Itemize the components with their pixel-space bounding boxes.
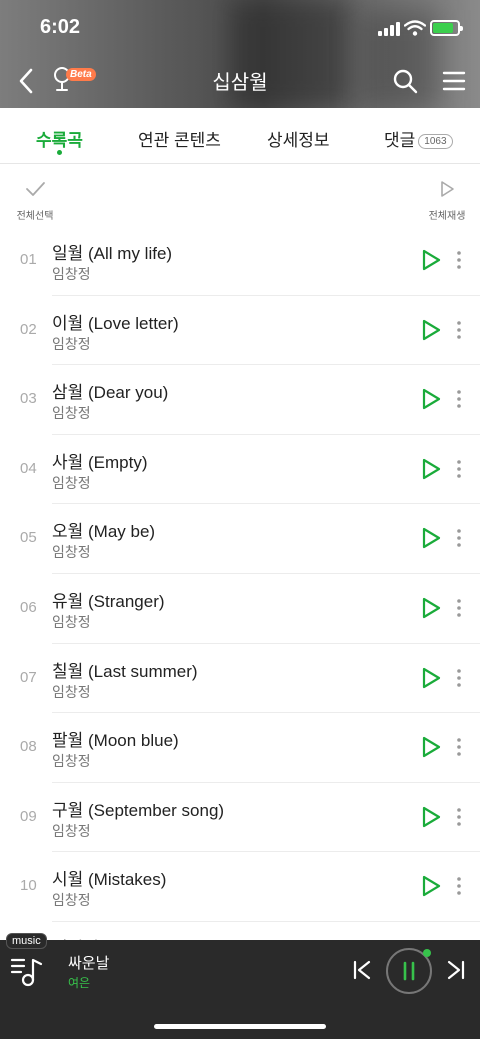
track-number: 10: [20, 877, 37, 895]
track-number: 01: [20, 251, 37, 268]
track-row[interactable]: 04 사월 (Empty) 임창정: [0, 435, 480, 505]
track-artist: 임창정: [52, 474, 91, 491]
track-number: 06: [20, 598, 37, 616]
track-artist: 임창정: [52, 753, 91, 770]
track-title: 팔월 (Moon blue): [52, 731, 179, 751]
track-artist: 임창정: [52, 683, 91, 700]
track-title: 삼월 (Dear you): [52, 383, 169, 403]
track-artist: 임창정: [52, 892, 91, 909]
play-all-button[interactable]: 전체재생: [424, 180, 470, 222]
status-time: 6:02: [40, 16, 81, 38]
play-icon[interactable]: [420, 457, 442, 481]
track-row[interactable]: 08 팔월 (Moon blue) 임창정: [0, 713, 480, 783]
track-title: 일월 (All my life): [52, 244, 173, 263]
track-number: 05: [20, 529, 37, 547]
select-all-button[interactable]: 전체선택: [12, 180, 58, 222]
track-title: 오월 (May be): [52, 522, 156, 542]
tab-comments[interactable]: 댓글 1063: [384, 126, 453, 151]
track-artist: 임창정: [52, 266, 91, 282]
wifi-icon: [404, 20, 426, 36]
signal-icon: [378, 22, 400, 36]
track-row[interactable]: 05 오월 (May be) 임창정: [0, 504, 480, 574]
checkmark-icon: [26, 182, 45, 196]
header: 6:02 Beta 십삼월: [0, 0, 480, 108]
more-options-icon[interactable]: [454, 737, 464, 757]
play-icon[interactable]: [420, 318, 442, 342]
track-row[interactable]: 09 구월 (September song) 임창정: [0, 783, 480, 853]
more-options-icon[interactable]: [454, 876, 464, 896]
mini-player[interactable]: music 싸운날 여은: [0, 933, 480, 1039]
track-number: 02: [20, 320, 37, 338]
menu-icon[interactable]: [442, 70, 466, 92]
active-tab-indicator: [57, 150, 62, 155]
track-row[interactable]: 03 삼월 (Dear you) 임창정: [0, 365, 480, 435]
tab-related[interactable]: 연관 콘텐츠: [138, 126, 221, 151]
more-options-icon[interactable]: [454, 528, 464, 548]
now-playing-title: 싸운날: [68, 955, 110, 972]
more-options-icon[interactable]: [454, 250, 464, 270]
play-icon[interactable]: [420, 735, 442, 759]
more-options-icon[interactable]: [454, 320, 464, 340]
track-artist: 임창정: [52, 335, 91, 352]
comment-count-badge: 1063: [418, 134, 453, 149]
track-title: 사월 (Empty): [52, 452, 148, 472]
tab-bar: 수록곡 연관 콘텐츠 상세정보 댓글 1063: [0, 108, 480, 164]
track-row[interactable]: 02 이월 (Love letter) 임창정: [0, 296, 480, 366]
more-options-icon[interactable]: [454, 459, 464, 479]
tab-tracks[interactable]: 수록곡: [36, 126, 83, 151]
more-options-icon[interactable]: [454, 389, 464, 409]
track-title: 칠월 (Last summer): [52, 661, 198, 681]
play-icon[interactable]: [420, 248, 442, 272]
track-row[interactable]: 10 시월 (Mistakes) 임창정: [0, 852, 480, 922]
track-title: 유월 (Stranger): [52, 591, 165, 611]
battery-icon: [430, 20, 463, 36]
search-icon[interactable]: [392, 68, 418, 94]
tab-details[interactable]: 상세정보: [267, 126, 330, 151]
home-indicator[interactable]: [154, 1024, 326, 1029]
play-icon[interactable]: [420, 805, 442, 829]
playlist-icon[interactable]: [10, 954, 46, 988]
track-number: 07: [20, 668, 37, 686]
track-number: 03: [20, 390, 37, 408]
track-artist: 임창정: [52, 613, 91, 630]
track-list: 01 일월 (All my life) 임창정 02 이월 (Love lett…: [0, 226, 480, 922]
play-outline-icon: [441, 181, 454, 197]
now-playing-artist: 여은: [68, 976, 91, 990]
track-artist: 임창정: [52, 822, 91, 839]
track-row[interactable]: 06 유월 (Stranger) 임창정: [0, 574, 480, 644]
pause-button[interactable]: [386, 948, 432, 994]
play-icon[interactable]: [420, 596, 442, 620]
status-bar: 6:02: [0, 0, 480, 56]
track-artist: 임창정: [52, 405, 91, 422]
play-all-label: 전체재생: [428, 211, 466, 222]
track-artist: 임창정: [52, 544, 91, 561]
more-options-icon[interactable]: [454, 807, 464, 827]
previous-icon[interactable]: [352, 960, 372, 980]
play-icon[interactable]: [420, 526, 442, 550]
play-icon[interactable]: [420, 666, 442, 690]
tab-comments-label: 댓글: [384, 131, 416, 150]
track-number: 08: [20, 738, 37, 756]
more-options-icon[interactable]: [454, 598, 464, 618]
track-title: 시월 (Mistakes): [52, 870, 167, 890]
more-options-icon[interactable]: [454, 668, 464, 688]
track-row[interactable]: 01 일월 (All my life) 임창정: [0, 226, 480, 296]
nav-bar: Beta 십삼월: [0, 56, 480, 106]
track-number: 04: [20, 459, 37, 477]
track-number: 09: [20, 807, 37, 825]
music-tag: music: [6, 933, 47, 949]
play-icon[interactable]: [420, 387, 442, 411]
play-icon[interactable]: [420, 874, 442, 898]
track-row[interactable]: 07 칠월 (Last summer) 임창정: [0, 644, 480, 714]
track-title: 구월 (September song): [52, 800, 225, 820]
track-title: 이월 (Love letter): [52, 313, 179, 333]
list-toolbar: 전체선택 전체재생: [0, 172, 480, 224]
next-icon[interactable]: [446, 960, 466, 980]
select-all-label: 전체선택: [16, 211, 54, 222]
